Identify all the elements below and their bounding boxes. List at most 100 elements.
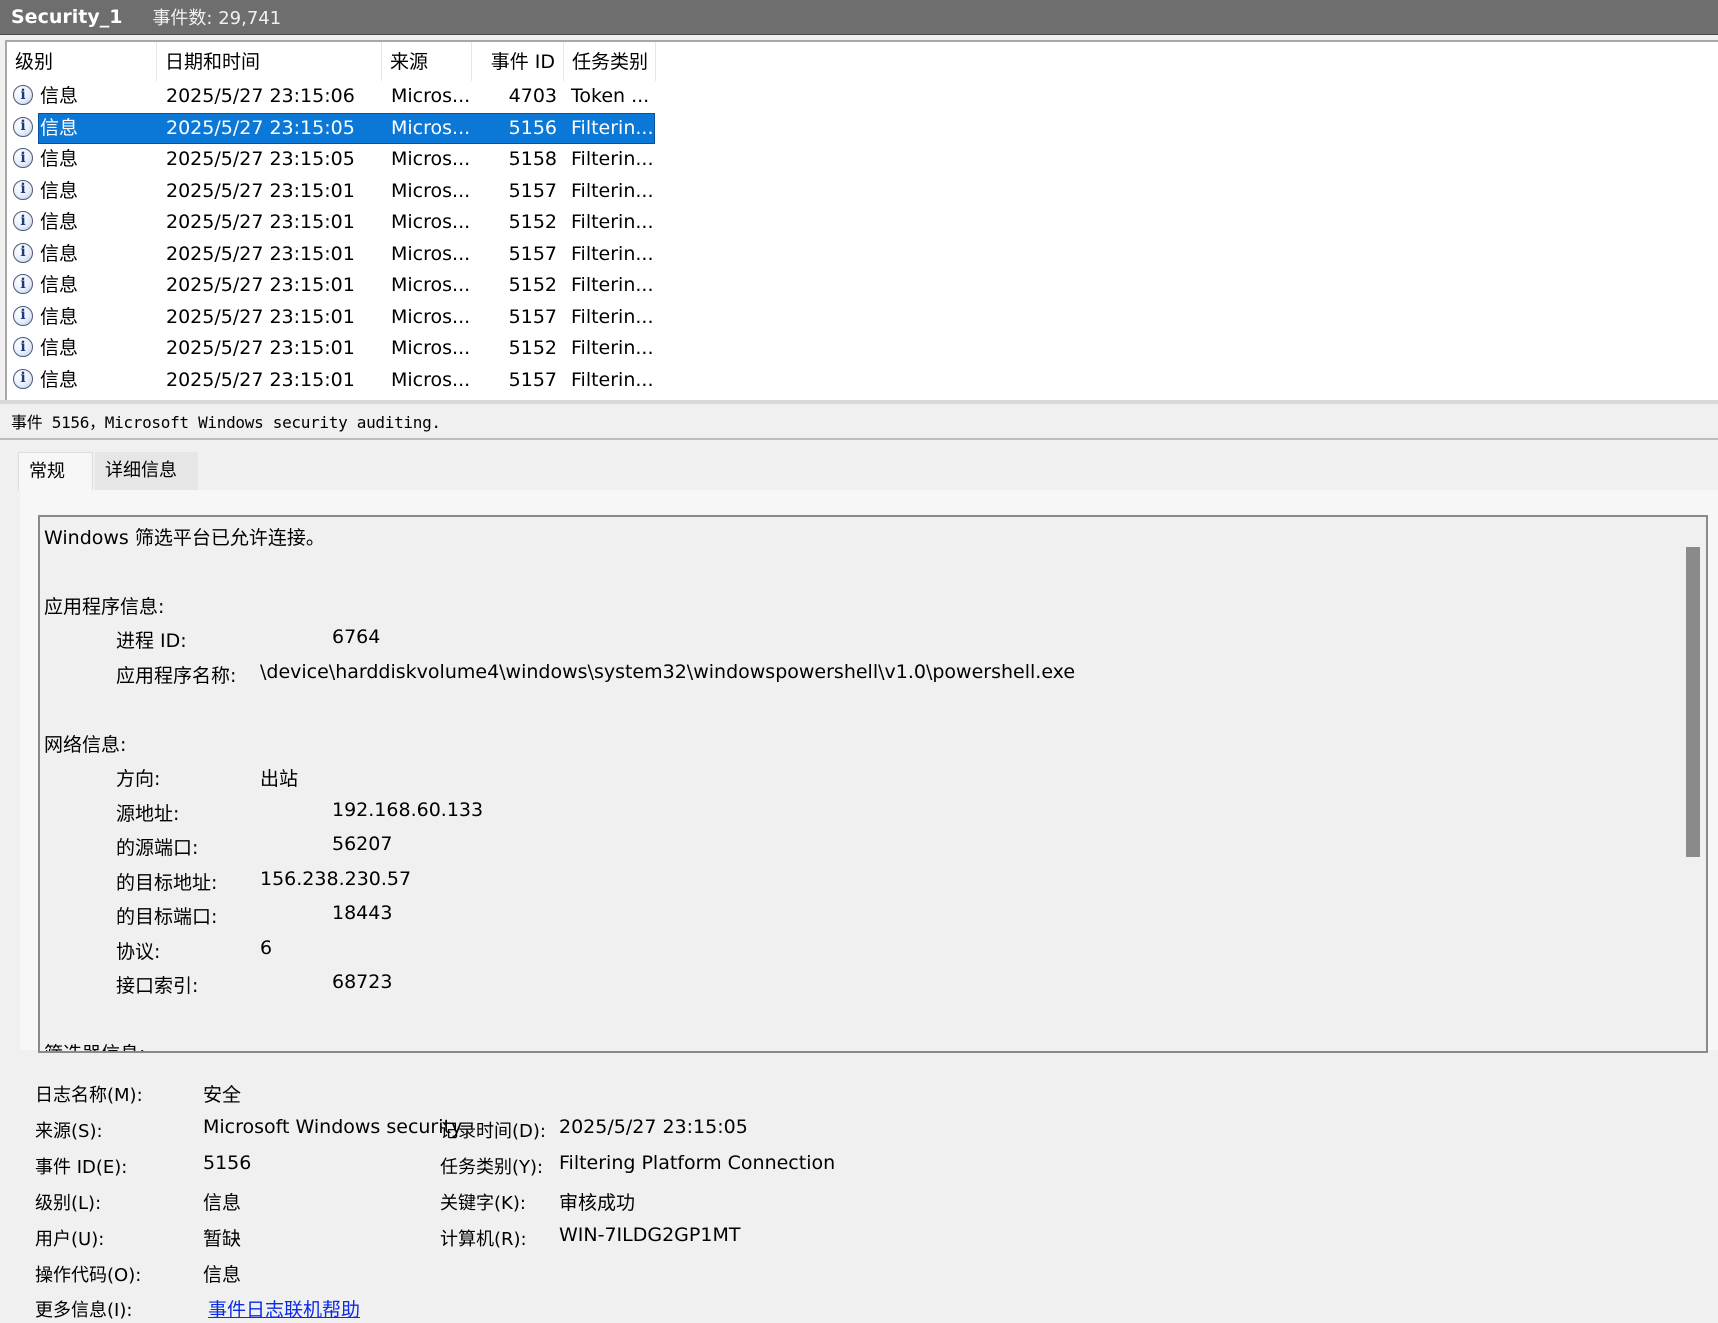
info-level-icon: i xyxy=(13,274,35,296)
task-category-value: Filtering Platform Connection xyxy=(559,1152,836,1174)
app-name-label: 应用程序名称: xyxy=(116,665,237,687)
info-level-icon: i xyxy=(13,116,35,139)
event-list[interactable]: 级别 日期和时间 来源 事件 ID 任务类别 i 信息 2025/5/27 23:1… xyxy=(5,40,1718,401)
event-id-cell: 5157 xyxy=(508,179,557,202)
event-row[interactable]: i 信息 2025/5/27 23:15:06 Micros... 4703 Token … xyxy=(7,81,655,112)
event-id-label: 事件 ID(E): xyxy=(35,1157,128,1178)
level-cell: 信息 xyxy=(40,337,79,359)
task-category-label: 任务类别(Y): xyxy=(440,1157,544,1178)
event-properties: 日志名称(M): 安全 来源(S): Microsoft Windows sec… xyxy=(0,1060,1718,1323)
level-cell: 信息 xyxy=(40,116,79,139)
computer-value: WIN-7ILDG2GP1MT xyxy=(559,1224,741,1246)
info-level-icon: i xyxy=(13,368,35,391)
source-cell: Micros... xyxy=(391,274,471,296)
source-cell: Micros... xyxy=(391,116,471,139)
pane-splitter[interactable] xyxy=(0,400,1718,404)
filter-info-heading: 筛选器信息: xyxy=(44,1039,145,1051)
event-id-cell: 5152 xyxy=(508,211,557,233)
level-cell: 信息 xyxy=(40,242,79,265)
event-row-selected[interactable]: i 信息 2025/5/27 23:15:05 Micros... 5156 Filter… xyxy=(7,112,655,144)
event-id-cell: 5156 xyxy=(508,116,557,139)
source-cell: Micros... xyxy=(391,179,471,202)
event-row[interactable]: i 信息 2025/5/27 23:15:01 Micros... 5157 Filter… xyxy=(7,365,655,396)
datetime-cell: 2025/5/27 23:15:01 xyxy=(166,179,355,202)
logged-value: 2025/5/27 23:15:05 xyxy=(559,1116,748,1138)
tab-general[interactable]: 常规 xyxy=(18,452,93,490)
event-row[interactable]: i 信息 2025/5/27 23:15:01 Micros... 5157 Filter… xyxy=(7,176,655,207)
keywords-label: 关键字(K): xyxy=(440,1193,526,1214)
level-cell: 信息 xyxy=(40,368,79,391)
source-value: Microsoft Windows security xyxy=(203,1116,463,1138)
event-row[interactable]: i 信息 2025/5/27 23:15:01 Micros... 5152 Filter… xyxy=(7,207,655,238)
level-cell: 信息 xyxy=(40,179,79,202)
column-header-level[interactable]: 级别 xyxy=(7,42,157,81)
column-header-source[interactable]: 来源 xyxy=(382,42,472,81)
datetime-cell: 2025/5/27 23:15:05 xyxy=(166,148,355,170)
source-label: 来源(S): xyxy=(35,1121,103,1142)
task-category-cell: Filterin... xyxy=(571,305,654,328)
source-port-value: 56207 xyxy=(332,833,393,855)
log-title: Security_1 xyxy=(11,6,123,28)
info-level-icon: i xyxy=(13,337,35,359)
logged-label: 记录时间(D): xyxy=(440,1121,546,1142)
source-address-label: 源地址: xyxy=(116,803,180,825)
tab-details[interactable]: 详细信息 xyxy=(95,452,198,490)
protocol-value: 6 xyxy=(260,937,273,959)
description-scrollbar-thumb[interactable] xyxy=(1686,547,1700,857)
level-label: 级别(L): xyxy=(35,1193,102,1214)
task-category-cell: Filterin... xyxy=(571,337,654,359)
task-category-cell: Filterin... xyxy=(571,148,654,170)
app-name-value: \device\harddiskvolume4\windows\system32… xyxy=(260,661,1076,683)
interface-index-value: 68723 xyxy=(332,971,393,993)
event-row[interactable]: i 信息 2025/5/27 23:15:01 Micros... 5157 Filter… xyxy=(7,302,655,333)
user-value: 暂缺 xyxy=(203,1228,242,1250)
event-id-cell: 5157 xyxy=(508,242,557,265)
log-name-value: 安全 xyxy=(203,1084,242,1106)
description-intro: Windows 筛选平台已允许连接。 xyxy=(44,527,325,549)
online-help-link[interactable]: 事件日志联机帮助 xyxy=(208,1295,360,1322)
interface-index-label: 接口索引: xyxy=(116,975,199,997)
level-cell: 信息 xyxy=(40,148,79,170)
event-id-cell: 5157 xyxy=(508,305,557,328)
info-level-icon: i xyxy=(13,305,35,328)
process-id-value: 6764 xyxy=(332,626,381,648)
level-cell: 信息 xyxy=(40,305,79,328)
event-id-cell: 5157 xyxy=(508,368,557,391)
event-id-cell: 5152 xyxy=(508,337,557,359)
level-cell: 信息 xyxy=(40,85,79,107)
event-id-cell: 5152 xyxy=(508,274,557,296)
event-description[interactable]: Windows 筛选平台已允许连接。 应用程序信息: 进程 ID: 6764 应… xyxy=(38,515,1708,1053)
computer-label: 计算机(R): xyxy=(440,1229,527,1250)
event-id-cell: 4703 xyxy=(508,85,557,107)
event-row[interactable]: i 信息 2025/5/27 23:15:05 Micros... 5158 Filter… xyxy=(7,144,655,175)
source-address-value: 192.168.60.133 xyxy=(332,799,484,821)
datetime-cell: 2025/5/27 23:15:01 xyxy=(166,242,355,265)
level-cell: 信息 xyxy=(40,274,79,296)
column-header-task-category[interactable]: 任务类别 xyxy=(564,42,656,81)
dest-address-label: 的目标地址: xyxy=(116,872,218,894)
event-row[interactable]: i 信息 2025/5/27 23:15:01 Micros... 5152 Filter… xyxy=(7,333,655,364)
log-name-label: 日志名称(M): xyxy=(35,1085,143,1106)
more-info-label: 更多信息(I): xyxy=(35,1300,133,1321)
source-cell: Micros... xyxy=(391,337,471,359)
column-header-datetime[interactable]: 日期和时间 xyxy=(157,42,382,81)
column-header-event-id[interactable]: 事件 ID xyxy=(472,42,564,81)
level-cell: 信息 xyxy=(40,211,79,233)
task-category-cell: Token ... xyxy=(571,85,650,107)
datetime-cell: 2025/5/27 23:15:06 xyxy=(166,85,355,107)
event-row[interactable]: i 信息 2025/5/27 23:15:01 Micros... 5157 Filter… xyxy=(7,239,655,270)
datetime-cell: 2025/5/27 23:15:05 xyxy=(166,116,355,139)
event-row[interactable]: i 信息 2025/5/27 23:15:01 Micros... 5152 Filter… xyxy=(7,270,655,301)
event-list-header: 级别 日期和时间 来源 事件 ID 任务类别 xyxy=(7,42,1718,81)
network-info-heading: 网络信息: xyxy=(44,734,127,756)
task-category-cell: Filterin... xyxy=(571,274,654,296)
datetime-cell: 2025/5/27 23:15:01 xyxy=(166,368,355,391)
info-level-icon: i xyxy=(13,211,35,233)
task-category-cell: Filterin... xyxy=(571,242,654,265)
opcode-label: 操作代码(O): xyxy=(35,1265,142,1286)
app-info-heading: 应用程序信息: xyxy=(44,596,165,618)
user-label: 用户(U): xyxy=(35,1229,105,1250)
direction-value: 出站 xyxy=(260,768,299,790)
task-category-cell: Filterin... xyxy=(571,211,654,233)
level-value: 信息 xyxy=(203,1192,242,1214)
